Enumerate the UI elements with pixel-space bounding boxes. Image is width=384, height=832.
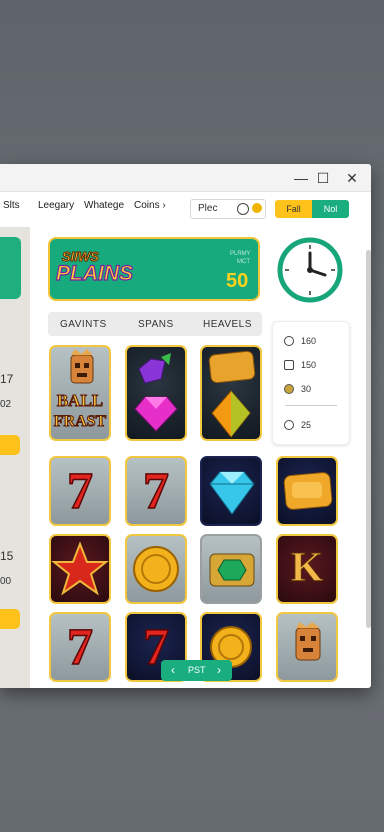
timer-icon [284, 336, 294, 346]
tab-spans[interactable]: SPANS [138, 319, 174, 330]
blue-diamond-icon [209, 471, 255, 515]
slot-tile-gems[interactable] [125, 345, 187, 441]
category-tabs: GAVINTS SPANS HEAVELS [48, 312, 262, 336]
app-window: — ☐ ✕ Slts Leegary Whatege Coins › Plec … [0, 164, 371, 688]
game-logo: SIIWS PLAINS [55, 249, 142, 293]
sidebar-value: 02 [0, 399, 12, 410]
toggle-option-nol[interactable]: Nol [312, 200, 349, 218]
slot-tile-star[interactable] [49, 534, 111, 604]
stat-value: 30 [301, 384, 312, 394]
purple-gem-icon [134, 353, 178, 432]
nav-item-slots[interactable]: Slts [3, 200, 20, 211]
maximize-button[interactable]: ☐ [314, 169, 332, 187]
logo-text-main: PLAINS [55, 261, 134, 285]
slot-tile-king[interactable]: K [276, 534, 338, 604]
mode-toggle[interactable]: Fall Nol [275, 200, 349, 218]
clock-icon[interactable] [237, 203, 249, 215]
tab-gavints[interactable]: GAVINTS [60, 319, 107, 330]
coin-icon[interactable] [252, 203, 262, 213]
emerald-icon [209, 553, 255, 587]
prev-page-button[interactable]: ‹ [171, 663, 175, 677]
sidebar-value: 17 [0, 372, 14, 386]
nav-item-coins[interactable]: Coins › [134, 200, 166, 211]
clock-icon [284, 420, 294, 430]
banner-value: 50 [226, 270, 249, 292]
search-box[interactable]: Plec [190, 199, 266, 219]
pagination: ‹ PST › [161, 660, 232, 681]
stats-panel: 160 150 30 25 [272, 321, 350, 445]
coin-icon [284, 384, 294, 394]
gold-nugget-icon [208, 350, 256, 438]
totem-idol-icon [295, 622, 321, 661]
sidebar-value: 15 [0, 549, 14, 563]
nav-item-legacy[interactable]: Leegary [38, 200, 74, 211]
tile-text-frast: FRAST [53, 413, 107, 431]
seven-symbol: 7 [142, 462, 170, 521]
minimize-button[interactable]: — [292, 169, 310, 187]
slot-tile-coin[interactable] [125, 534, 187, 604]
scrollbar[interactable] [366, 250, 371, 628]
seven-symbol: 7 [66, 618, 94, 677]
king-symbol: K [290, 545, 324, 592]
tab-heavels[interactable]: HEAVELS [203, 319, 252, 330]
stat-value: 160 [301, 336, 317, 346]
slot-tile-ball-frast[interactable]: BALL FRAST [49, 345, 111, 441]
sidebar-button[interactable] [0, 435, 20, 455]
stat-value: 150 [301, 360, 317, 370]
sidebar-active-item[interactable] [0, 237, 21, 299]
close-button[interactable]: ✕ [343, 169, 361, 187]
divider [285, 405, 337, 406]
banner-caption: MCT [237, 259, 250, 265]
title-bar: — ☐ ✕ [0, 164, 371, 192]
sidebar-value: 00 [0, 576, 12, 587]
slot-tile-emerald[interactable] [200, 534, 262, 604]
sidebar-button[interactable] [0, 609, 20, 629]
slot-tile-seven[interactable]: 7 [125, 456, 187, 526]
gold-coin-icon [133, 546, 179, 592]
jackpot-banner[interactable]: SIIWS PLAINS PLRMY MCT 50 [48, 237, 260, 301]
sidebar: 17 02 15 00 [0, 227, 30, 688]
banner-caption: PLRMY [230, 251, 251, 257]
star-icon [51, 541, 109, 596]
slot-tile-seven[interactable]: 7 [49, 456, 111, 526]
nav-item-whatege[interactable]: Whatege [84, 200, 124, 211]
toggle-option-fall[interactable]: Fall [275, 200, 312, 218]
stat-value: 25 [301, 420, 312, 430]
tile-text-ball: BALL [56, 391, 104, 411]
next-page-button[interactable]: › [217, 663, 221, 677]
slot-tile-seven[interactable]: 7 [49, 612, 111, 682]
slot-tile-diamond[interactable] [200, 456, 262, 526]
slot-tile-gold-bar[interactable] [276, 456, 338, 526]
slot-tile-totem[interactable] [276, 612, 338, 682]
timer-clock-icon [277, 237, 343, 303]
slot-tile-gold-gems[interactable] [200, 345, 262, 441]
gold-bar-icon [283, 472, 333, 510]
search-input-value[interactable]: Plec [198, 203, 217, 214]
copy-icon [284, 360, 294, 370]
page-label: PST [188, 665, 206, 675]
seven-symbol: 7 [66, 462, 94, 521]
